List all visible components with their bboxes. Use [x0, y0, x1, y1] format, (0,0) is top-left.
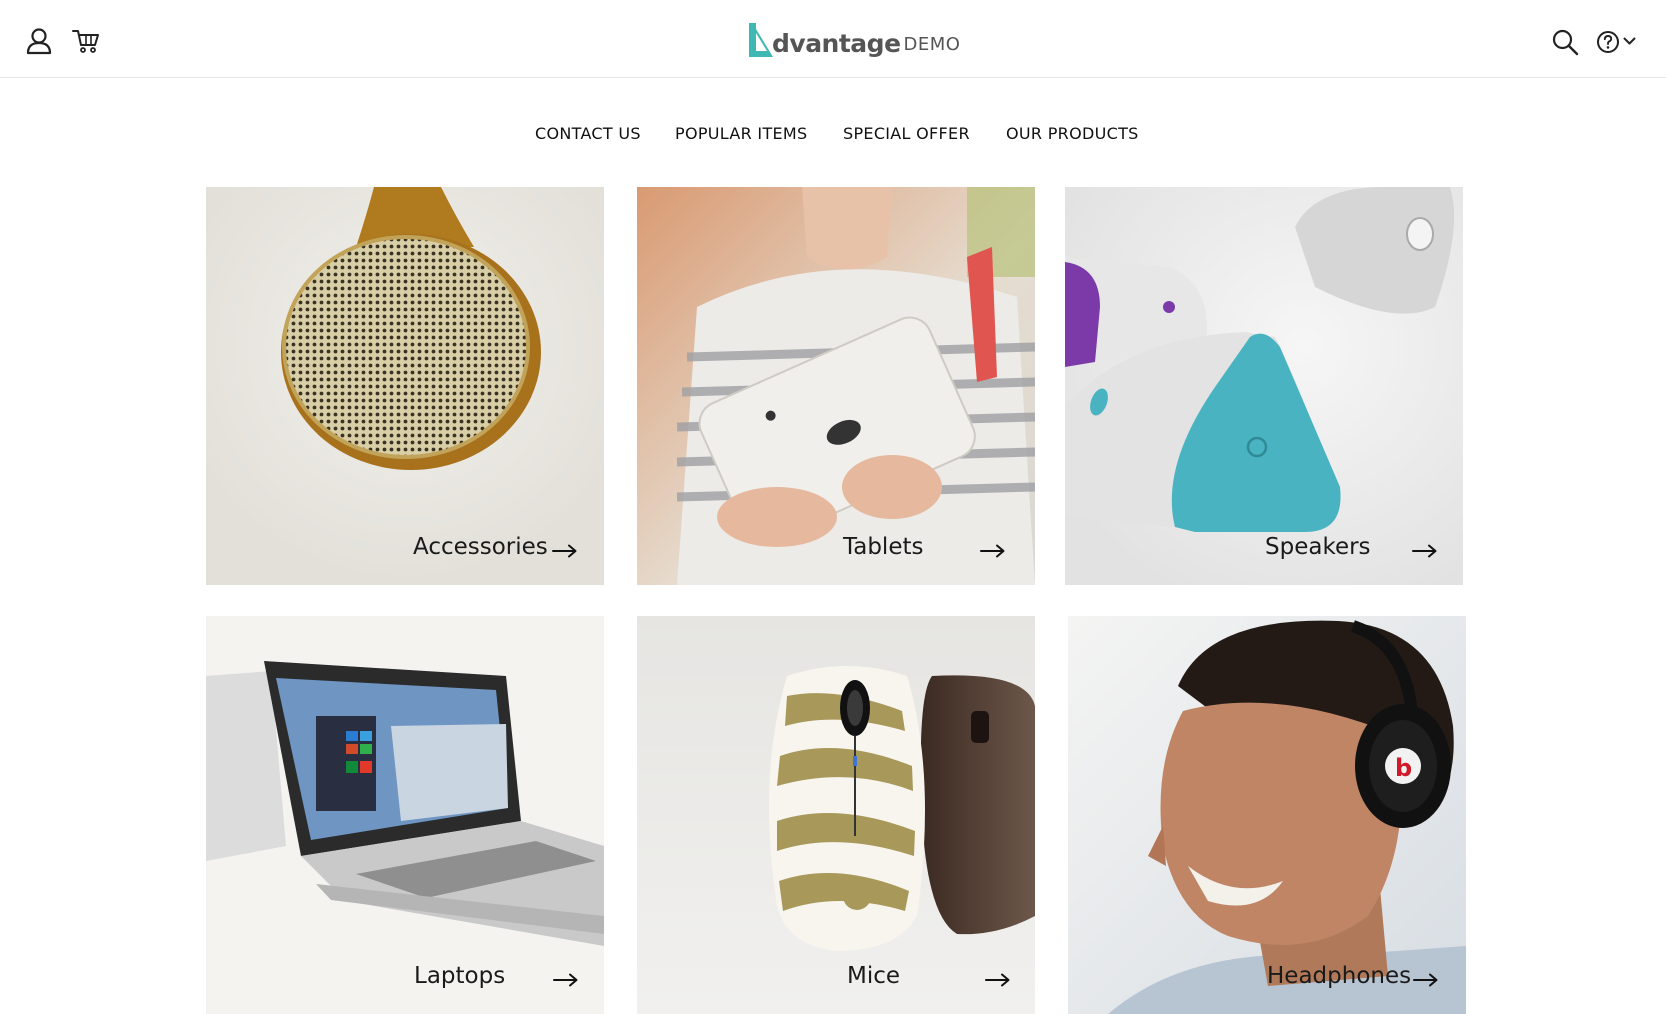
arrow-right-icon — [985, 973, 1010, 987]
category-label: Accessories — [413, 534, 548, 560]
category-label: Headphones — [1267, 963, 1412, 989]
category-tile-accessories[interactable]: Accessories — [206, 187, 604, 585]
nav-our-products[interactable]: OUR PRODUCTS — [1006, 124, 1139, 143]
logo-mark-icon — [749, 23, 773, 57]
site-header: dvantage DEMO — [0, 0, 1666, 78]
category-tile-laptops[interactable]: Laptops — [206, 616, 604, 1014]
category-label: Mice — [847, 963, 901, 989]
category-label: Speakers — [1265, 534, 1371, 560]
logo-name: dvantage — [772, 29, 901, 58]
arrow-right-icon — [552, 544, 577, 558]
nav-special-offer[interactable]: SPECIAL OFFER — [843, 124, 970, 143]
category-tile-tablets[interactable]: Tablets — [637, 187, 1035, 585]
site-logo[interactable]: dvantage DEMO — [747, 19, 960, 59]
help-icon[interactable] — [1596, 30, 1620, 54]
user-icon[interactable] — [26, 27, 52, 55]
accessories-product-image — [206, 187, 604, 585]
speakers-product-image — [1065, 187, 1463, 585]
laptops-product-image — [206, 616, 604, 1014]
nav-contact-us[interactable]: CONTACT US — [535, 124, 641, 143]
arrow-right-icon — [553, 973, 578, 987]
arrow-right-icon — [1412, 544, 1437, 558]
cart-icon[interactable] — [72, 28, 100, 54]
chevron-down-icon[interactable] — [1623, 35, 1636, 47]
category-label: Laptops — [414, 963, 506, 989]
main-nav: CONTACT US POPULAR ITEMS SPECIAL OFFER O… — [0, 124, 1666, 150]
mice-product-image — [637, 616, 1035, 1014]
category-label: Tablets — [843, 534, 924, 560]
category-tile-headphones[interactable]: b Headphones — [1068, 616, 1466, 1014]
arrow-right-icon — [1413, 973, 1438, 987]
svg-text:b: b — [1395, 754, 1412, 782]
logo-suffix: DEMO — [903, 34, 961, 55]
search-icon[interactable] — [1551, 28, 1579, 56]
category-tile-mice[interactable]: Mice — [637, 616, 1035, 1014]
arrow-right-icon — [980, 544, 1005, 558]
category-tile-speakers[interactable]: Speakers — [1065, 187, 1463, 585]
nav-popular-items[interactable]: POPULAR ITEMS — [675, 124, 808, 143]
tablets-product-image — [637, 187, 1035, 585]
headphones-product-image: b — [1068, 616, 1466, 1014]
